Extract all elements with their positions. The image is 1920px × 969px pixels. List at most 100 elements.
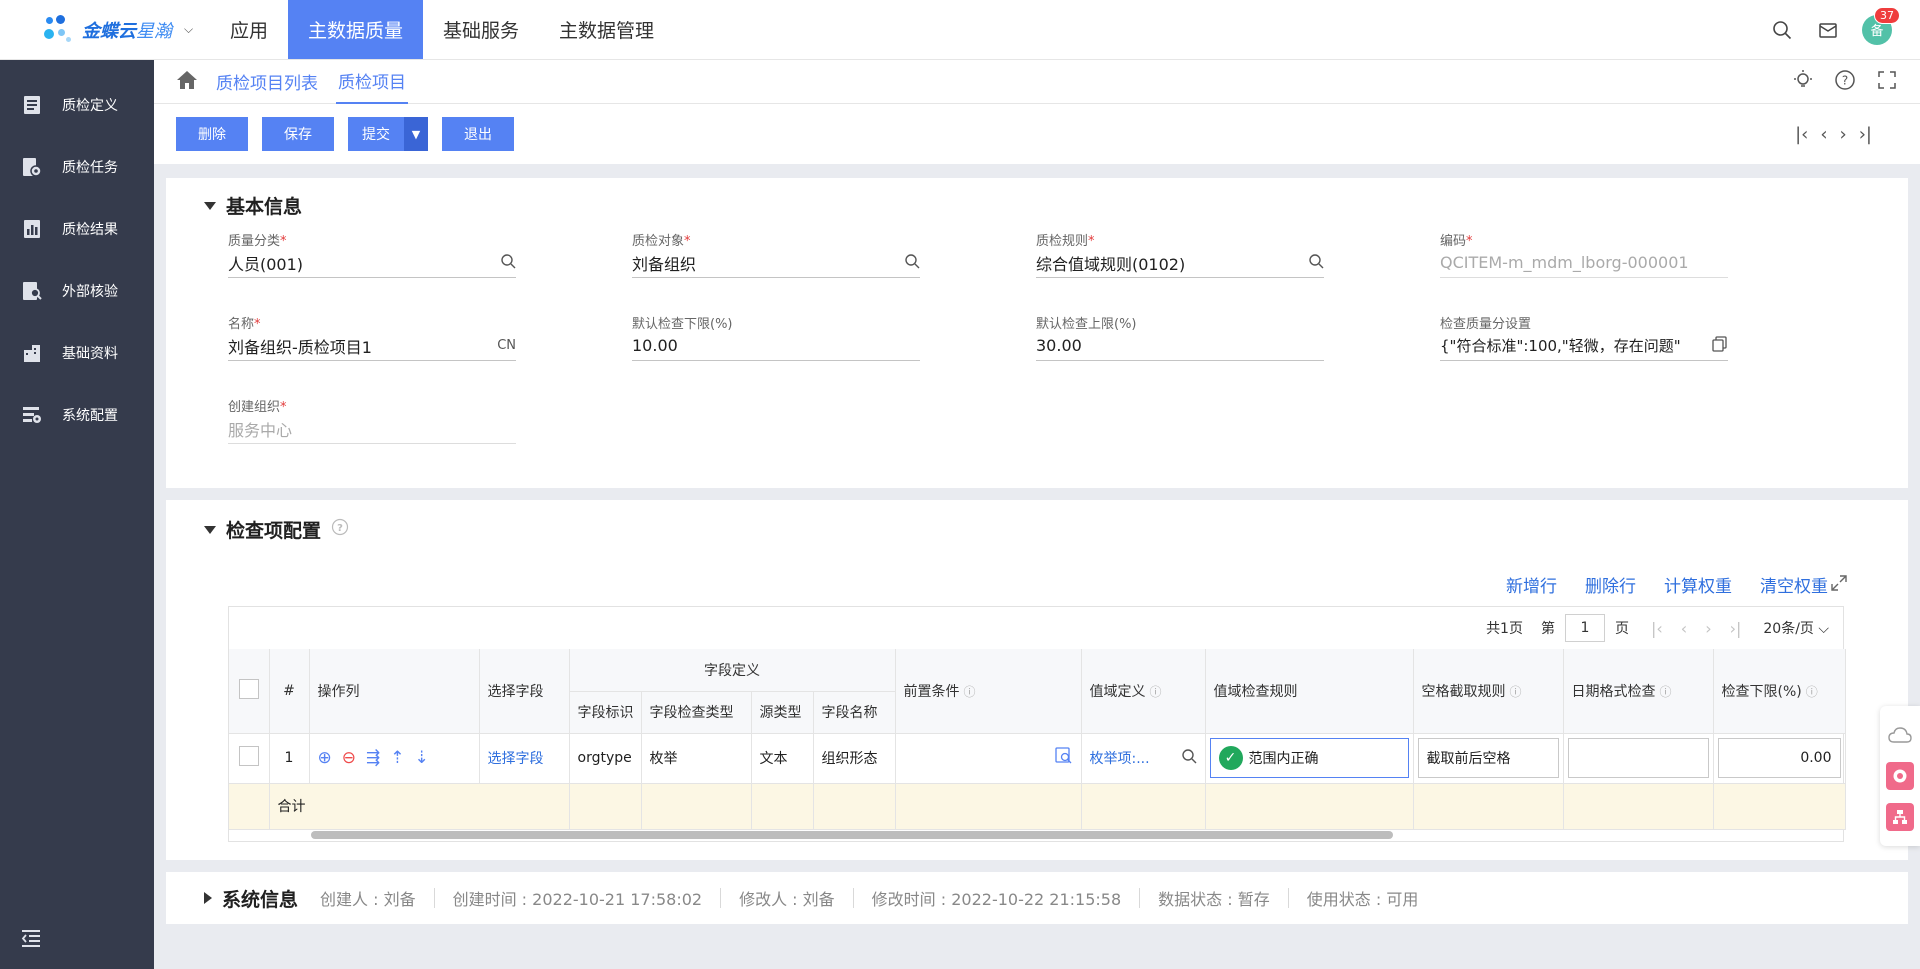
clear-weight-link[interactable]: 清空权重: [1760, 572, 1828, 597]
system-info-panel: 系统信息 创建人 : 刘备 创建时间 : 2022-10-21 17:58:02…: [166, 872, 1908, 924]
move-down-icon[interactable]: ⇣: [415, 748, 429, 768]
help-icon[interactable]: ⓘ: [964, 685, 976, 699]
help-icon[interactable]: ?: [331, 518, 349, 541]
quality-category-input[interactable]: 人员(001): [228, 248, 516, 278]
system-info-header[interactable]: 系统信息: [204, 885, 298, 912]
quality-score-setting-input[interactable]: {"符合标准":100,"轻微，存在问题": [1440, 331, 1728, 361]
page-size-select[interactable]: 20条/页 ⌵: [1763, 618, 1829, 638]
collapse-sidebar-icon[interactable]: [20, 927, 44, 951]
domain-rule-select[interactable]: ✓ 范围内正确: [1209, 738, 1409, 778]
name-input[interactable]: 刘备组织-质检项目1 CN: [228, 331, 516, 361]
sidebar-item-basic-data[interactable]: 基础资料: [0, 322, 154, 384]
section-title: 基本信息: [226, 196, 303, 218]
search-icon[interactable]: [500, 253, 516, 273]
page-number-input[interactable]: 1: [1564, 614, 1605, 642]
sidebar-item-system-config[interactable]: 系统配置: [0, 384, 154, 446]
search-icon[interactable]: [904, 253, 920, 273]
select-field-link[interactable]: 选择字段: [479, 733, 570, 784]
chevron-down-icon[interactable]: ⌵: [184, 22, 193, 37]
help-icon[interactable]: ?: [1834, 69, 1856, 95]
sidebar-item-qc-task[interactable]: 质检任务: [0, 136, 154, 198]
lower-limit-cell[interactable]: 0.00: [1713, 733, 1846, 784]
default-lower-limit-input[interactable]: 10.00: [632, 331, 920, 361]
help-icon[interactable]: ⓘ: [1510, 685, 1522, 699]
add-circle-icon[interactable]: ⊕: [318, 748, 332, 768]
first-record-icon[interactable]: |‹: [1795, 124, 1808, 145]
breadcrumb-qc-item[interactable]: 质检项目: [336, 60, 408, 104]
copy-icon[interactable]: [1712, 335, 1728, 356]
user-avatar[interactable]: 备 37: [1862, 6, 1900, 45]
insert-row-icon[interactable]: ⇶: [366, 748, 380, 768]
language-suffix[interactable]: CN: [497, 338, 516, 353]
expand-grid-icon[interactable]: [1830, 574, 1848, 596]
check-config-panel: 检查项配置 ? 新增行 删除行 计算权重 清空权重 共1页 第 1 页 |‹ ‹…: [166, 500, 1908, 860]
filter-search-icon[interactable]: [1054, 747, 1073, 769]
remove-circle-icon[interactable]: ⊖: [342, 748, 356, 768]
field-label: 质检对象: [632, 234, 685, 249]
cloud-icon[interactable]: [1886, 721, 1914, 749]
row-checkbox[interactable]: [238, 746, 259, 766]
breadcrumb-qc-item-list[interactable]: 质检项目列表: [214, 60, 320, 104]
mail-icon[interactable]: [1816, 18, 1840, 42]
sidebar-item-qc-result[interactable]: 质检结果: [0, 198, 154, 260]
home-icon[interactable]: [176, 70, 198, 94]
prev-record-icon[interactable]: ‹: [1820, 124, 1827, 145]
sidebar-item-external-verification[interactable]: 外部核验: [0, 260, 154, 322]
delete-row-link[interactable]: 删除行: [1585, 572, 1636, 597]
save-button[interactable]: 保存: [262, 117, 334, 151]
last-page-icon[interactable]: ›|: [1730, 619, 1742, 638]
field-id-cell: orgtype: [569, 733, 642, 784]
help-icon[interactable]: ⓘ: [1150, 685, 1162, 699]
space-rule-cell[interactable]: 截取前后空格: [1413, 733, 1564, 784]
first-page-icon[interactable]: |‹: [1651, 619, 1663, 638]
search-icon[interactable]: [1770, 18, 1794, 42]
basic-info-header[interactable]: 基本信息: [204, 192, 302, 219]
default-upper-limit-input[interactable]: 30.00: [1036, 331, 1324, 361]
check-config-header[interactable]: 检查项配置 ?: [204, 516, 349, 543]
next-record-icon[interactable]: ›: [1840, 124, 1847, 145]
help-icon[interactable]: ⓘ: [1806, 685, 1818, 699]
quality-score-setting-field: 检查质量分设置 {"符合标准":100,"轻微，存在问题": [1440, 313, 1728, 361]
creator-text: 创建人 : 刘备: [320, 890, 416, 909]
horizontal-scrollbar[interactable]: [311, 831, 1393, 839]
nav-master-data-quality[interactable]: 主数据质量: [288, 0, 424, 59]
search-icon[interactable]: [1308, 253, 1324, 273]
nav-master-data-management[interactable]: 主数据管理: [539, 0, 674, 59]
brand-logo[interactable]: 金蝶云星瀚 ⌵: [0, 0, 210, 59]
check-items-grid: 共1页 第 1 页 |‹ ‹ › ›| 20条/页 ⌵ # 操作列 选择字段 字…: [228, 606, 1846, 842]
add-row-link[interactable]: 新增行: [1506, 572, 1557, 597]
sum-row: 合计: [229, 783, 1846, 830]
delete-button[interactable]: 删除: [176, 117, 248, 151]
domain-def-link[interactable]: 枚举项:...: [1090, 748, 1150, 768]
last-record-icon[interactable]: ›|: [1859, 124, 1872, 145]
sidebar-item-qc-definition[interactable]: 质检定义: [0, 74, 154, 136]
date-check-cell[interactable]: [1563, 733, 1714, 784]
nav-basic-services[interactable]: 基础服务: [423, 0, 539, 59]
lower-limit-input[interactable]: 0.00: [1717, 738, 1841, 778]
submit-button[interactable]: 提交: [348, 117, 404, 151]
qc-object-input[interactable]: 刘备组织: [632, 248, 920, 278]
move-up-icon[interactable]: ⇡: [390, 748, 404, 768]
lightbulb-icon[interactable]: [1792, 69, 1814, 95]
domain-rule-cell[interactable]: ✓ 范围内正确: [1205, 733, 1414, 784]
next-page-icon[interactable]: ›: [1705, 619, 1711, 638]
qc-rule-field: 质检规则* 综合值域规则(0102): [1036, 230, 1324, 278]
nav-apps[interactable]: 应用: [210, 0, 288, 59]
qc-rule-input[interactable]: 综合值域规则(0102): [1036, 248, 1324, 278]
help-icon[interactable]: ⓘ: [1660, 685, 1672, 699]
select-all-checkbox[interactable]: [238, 678, 259, 699]
calc-weight-link[interactable]: 计算权重: [1664, 572, 1732, 597]
org-chart-icon[interactable]: [1886, 803, 1914, 832]
search-icon[interactable]: [1181, 748, 1197, 768]
prev-page-icon[interactable]: ‹: [1681, 619, 1687, 638]
col-field-def: 字段定义: [569, 649, 896, 692]
assistant-icon[interactable]: [1886, 761, 1914, 790]
data-status-text: 数据状态 : 暂存: [1158, 890, 1270, 909]
fullscreen-icon[interactable]: [1876, 69, 1898, 95]
chevron-down-icon[interactable]: ▼: [404, 117, 428, 151]
space-rule-select[interactable]: 截取前后空格: [1417, 738, 1559, 778]
precondition-cell[interactable]: [895, 733, 1082, 784]
exit-button[interactable]: 退出: [442, 117, 514, 151]
date-check-input[interactable]: [1567, 738, 1709, 778]
domain-def-cell[interactable]: 枚举项:...: [1081, 733, 1206, 784]
